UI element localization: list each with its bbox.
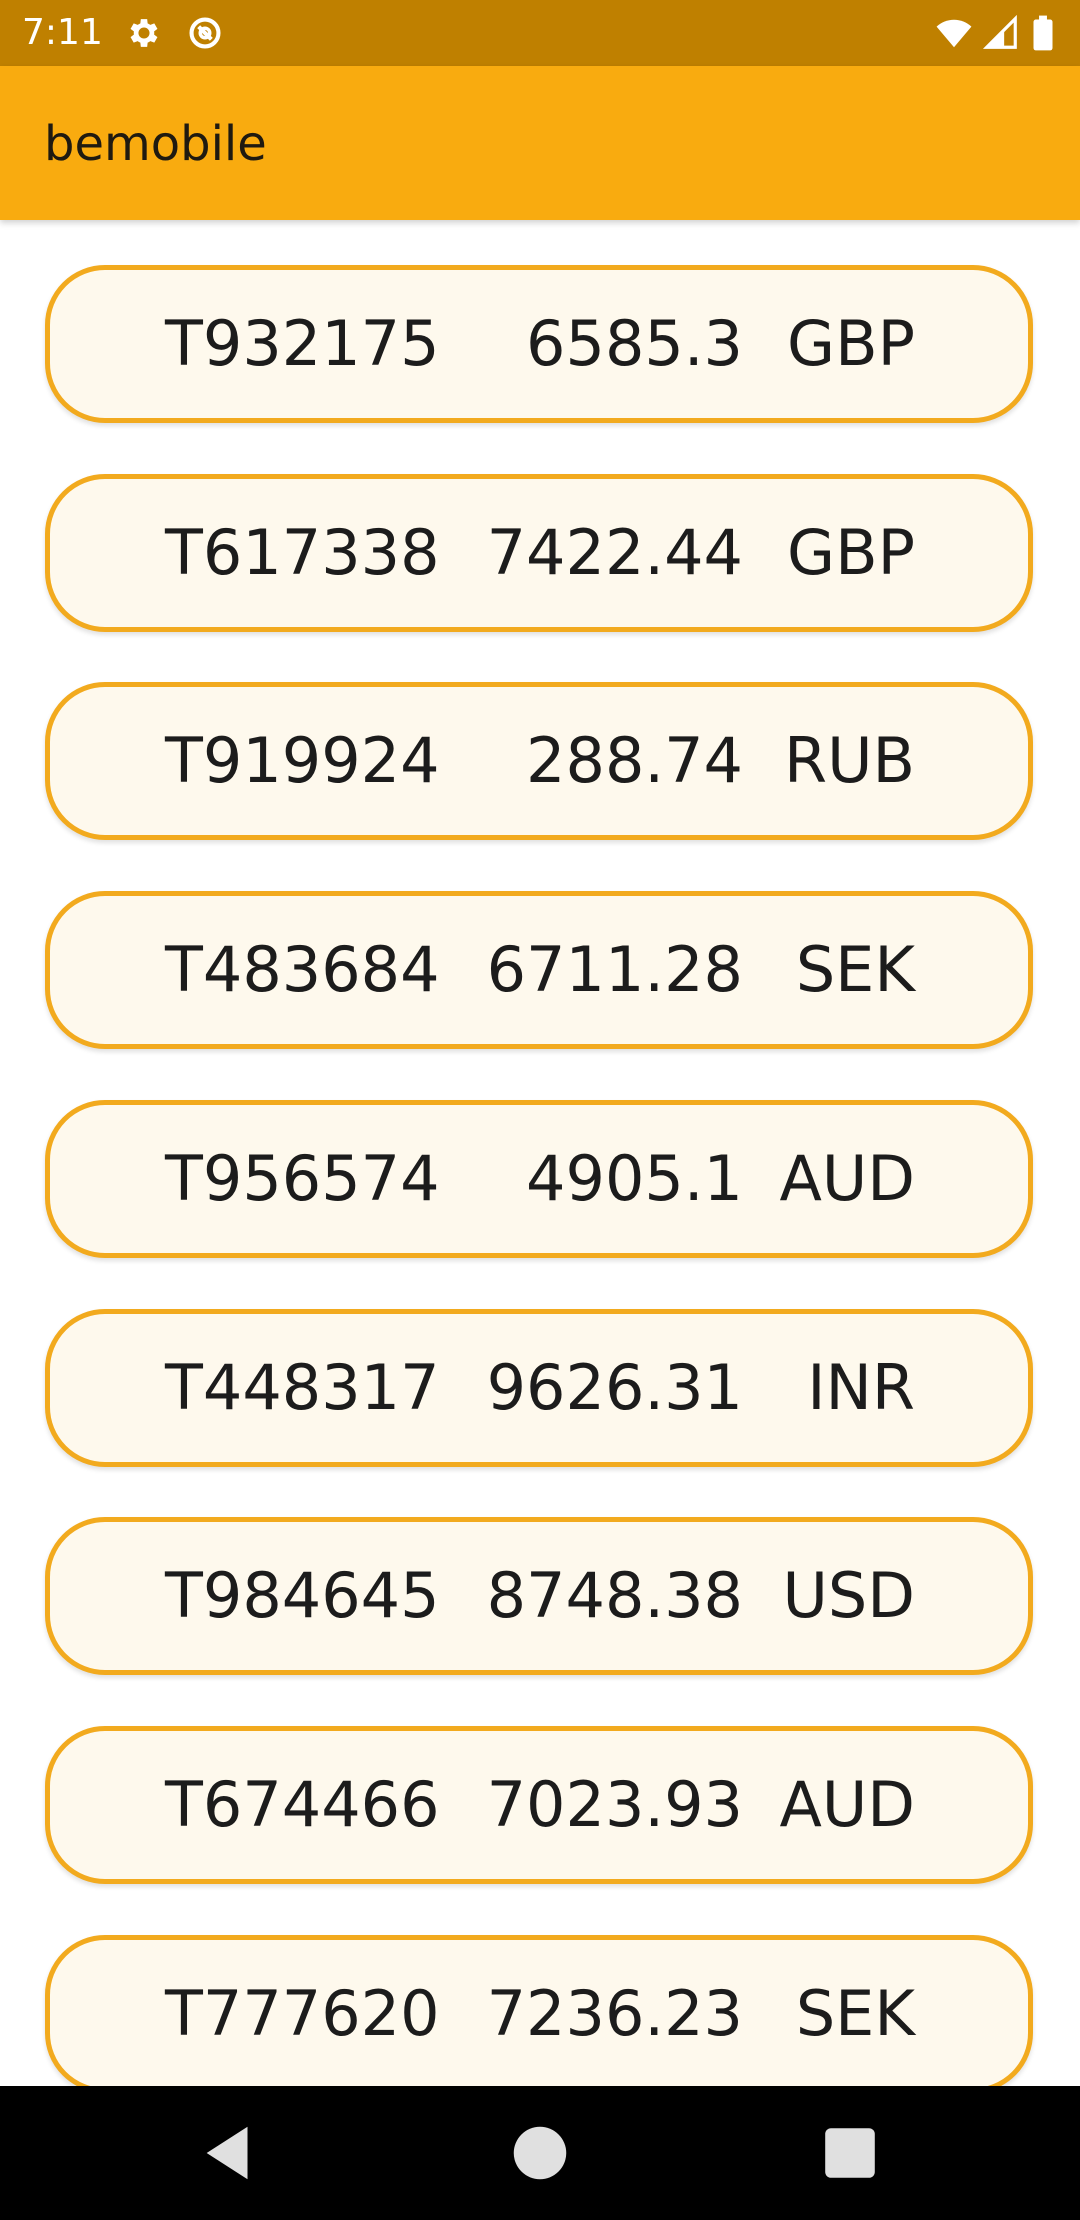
status-bar: 7:11	[0, 0, 1080, 66]
navigation-bar	[0, 2086, 1080, 2220]
transaction-card[interactable]: T617338 7422.44 GBP	[45, 474, 1033, 632]
transaction-currency: GBP	[787, 307, 915, 380]
transaction-card[interactable]: T984645 8748.38 USD	[45, 1517, 1033, 1675]
transaction-list[interactable]: T932175 6585.3 GBP T617338 7422.44 GBP T…	[0, 220, 1080, 2086]
transaction-card[interactable]: T483684 6711.28 SEK	[45, 891, 1033, 1049]
transaction-card[interactable]: T956574 4905.1 AUD	[45, 1100, 1033, 1258]
transaction-amount: 288.74	[526, 724, 743, 797]
wifi-icon	[935, 14, 973, 52]
transaction-currency: AUD	[779, 1768, 915, 1841]
transaction-amount: 7023.93	[486, 1768, 743, 1841]
transaction-amount: 8748.38	[486, 1559, 743, 1632]
battery-icon	[1030, 14, 1056, 52]
transaction-card[interactable]: T919924 288.74 RUB	[45, 682, 1033, 840]
transaction-id: T777620	[165, 1977, 440, 2050]
transaction-currency: USD	[782, 1559, 915, 1632]
back-icon[interactable]	[195, 2118, 265, 2188]
transaction-amount: 4905.1	[526, 1142, 743, 1215]
transaction-card[interactable]: T448317 9626.31 INR	[45, 1309, 1033, 1467]
home-icon[interactable]	[505, 2118, 575, 2188]
transaction-card[interactable]: T674466 7023.93 AUD	[45, 1726, 1033, 1884]
transaction-amount: 9626.31	[486, 1351, 743, 1424]
transaction-id: T932175	[165, 307, 440, 380]
transaction-currency: INR	[807, 1351, 915, 1424]
transaction-amount: 7422.44	[486, 516, 743, 589]
transaction-id: T919924	[165, 724, 440, 797]
sync-icon	[186, 14, 224, 52]
signal-icon	[982, 14, 1020, 52]
status-time: 7:11	[22, 12, 103, 53]
transaction-card[interactable]: T932175 6585.3 GBP	[45, 265, 1033, 423]
recents-icon[interactable]	[815, 2118, 885, 2188]
app-bar: bemobile	[0, 66, 1080, 220]
app-screen: 7:11 bemobile T932175 6585.3 GBP T617338…	[0, 0, 1080, 2220]
transaction-currency: AUD	[779, 1142, 915, 1215]
transaction-id: T956574	[165, 1142, 440, 1215]
transaction-currency: SEK	[795, 933, 915, 1006]
transaction-currency: SEK	[795, 1977, 915, 2050]
transaction-id: T617338	[165, 516, 440, 589]
transaction-id: T483684	[165, 933, 440, 1006]
transaction-amount: 6711.28	[486, 933, 743, 1006]
transaction-amount: 7236.23	[486, 1977, 743, 2050]
transaction-id: T984645	[165, 1559, 440, 1632]
transaction-id: T674466	[165, 1768, 440, 1841]
transaction-id: T448317	[165, 1351, 440, 1424]
transaction-card[interactable]: T777620 7236.23 SEK	[45, 1935, 1033, 2086]
transaction-currency: GBP	[787, 516, 915, 589]
gear-icon	[125, 14, 163, 52]
transaction-currency: RUB	[784, 724, 915, 797]
app-title: bemobile	[44, 116, 267, 172]
transaction-amount: 6585.3	[526, 307, 743, 380]
